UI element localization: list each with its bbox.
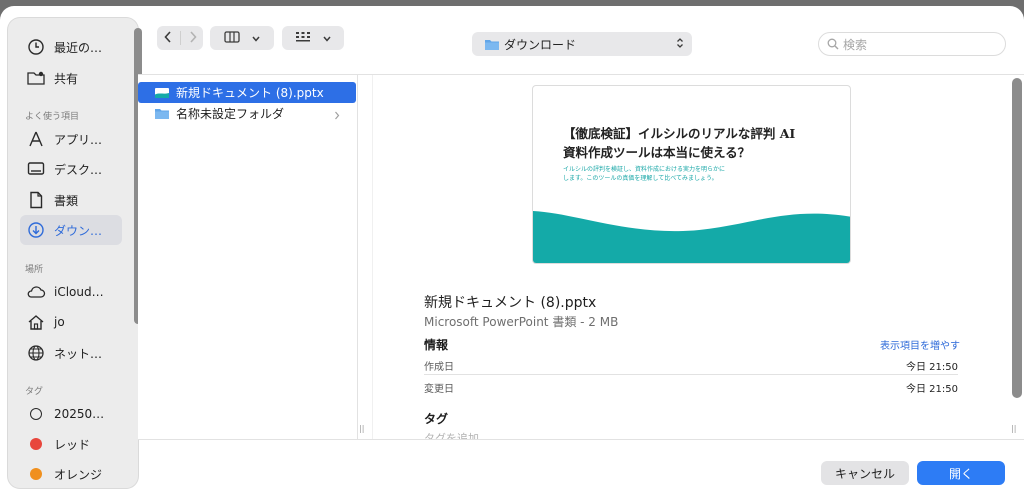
sidebar-item-label: iCloud… (54, 285, 104, 299)
tags-header: タグ (25, 387, 44, 397)
search-field[interactable]: 検索 (818, 32, 1006, 56)
info-header: 情報 (424, 338, 449, 352)
preview-file-name: 新規ドキュメント (8).pptx (424, 295, 597, 311)
sidebar-item-downloads[interactable]: ダウン… (20, 215, 122, 245)
slide-subtitle: イルシルの評判を検証し、資料作成における実力を明らかに します。このツールの真価… (563, 165, 783, 183)
preview-scrollbar[interactable] (1012, 78, 1022, 398)
sidebar-item-label: ダウン… (54, 223, 103, 238)
slide-title-line: 資料作成ツールは本当に使える？ (563, 145, 751, 160)
column-resize-grip[interactable]: || (1011, 424, 1016, 433)
show-more-link[interactable]: 表示項目を増やす (880, 337, 960, 352)
modified-value: 今日 21:50 (906, 384, 958, 395)
sidebar-item-label: 最近の… (54, 40, 103, 55)
modified-label: 変更日 (424, 384, 454, 395)
sidebar-item-shared[interactable]: 共有 (20, 63, 122, 93)
chevron-down-icon (323, 31, 331, 45)
sidebar-item-label: jo (54, 315, 65, 329)
slide-preview: 【徹底検証】イルシルのリアルな評判 AI 資料作成ツールは本当に使える？ イルシ… (532, 85, 851, 264)
orange-tag-icon (26, 464, 46, 484)
locations-header: 場所 (25, 265, 44, 275)
created-label: 作成日 (424, 362, 454, 373)
chevron-down-icon (252, 31, 260, 45)
search-placeholder: 検索 (843, 37, 868, 52)
sidebar-item-desktop[interactable]: デスク… (20, 154, 122, 184)
download-icon (26, 220, 46, 240)
chevron-right-icon (334, 109, 340, 123)
sidebar-item-label: オレンジ (54, 467, 103, 482)
slide-subtitle-line: します。このツールの真価を理解して比べてみましょう。 (563, 175, 718, 182)
globe-icon (26, 343, 46, 363)
column-divider (372, 75, 373, 439)
sidebar-item-documents[interactable]: 書類 (20, 185, 122, 215)
slide-title-line: 【徹底検証】イルシルのリアルな評判 AI (563, 126, 796, 141)
sidebar-item-label: レッド (54, 437, 91, 452)
location-popup[interactable]: ダウンロード (472, 32, 692, 56)
column-resize-grip[interactable]: || (359, 424, 364, 433)
cancel-button[interactable]: キャンセル (821, 461, 909, 485)
sidebar-tag-orange[interactable]: オレンジ (20, 459, 122, 489)
sidebar-item-label: 共有 (54, 71, 79, 86)
sidebar-item-label: 書類 (54, 193, 79, 208)
separator (179, 31, 181, 45)
updown-chevron-icon (676, 37, 684, 52)
slide-wave-graphic (533, 211, 850, 263)
search-icon (827, 38, 839, 50)
location-label: ダウンロード (504, 37, 577, 52)
sidebar-item-label: アプリ… (54, 132, 103, 147)
open-button[interactable]: 開く (917, 461, 1005, 485)
sidebar-item-label: デスク… (54, 162, 103, 177)
clock-icon (26, 37, 46, 57)
document-icon (26, 190, 46, 210)
column-divider[interactable] (357, 75, 358, 439)
created-value: 今日 21:50 (906, 362, 958, 373)
sidebar-tag-item[interactable]: 20250… (20, 399, 122, 429)
folder-icon (484, 38, 500, 51)
columns-view-icon (224, 30, 240, 46)
sidebar-item-label: ネット… (54, 346, 103, 361)
file-row-pptx[interactable]: 新規ドキュメント (8).pptx (138, 82, 356, 103)
footer-divider (138, 439, 1024, 440)
folder-icon (154, 107, 170, 121)
info-divider (424, 374, 958, 375)
sidebar-item-applications[interactable]: アプリ… (20, 124, 122, 154)
tags-header: タグ (424, 412, 449, 426)
applications-icon (26, 129, 46, 149)
sidebar-item-icloud[interactable]: iCloud… (20, 277, 122, 307)
grid-icon (295, 31, 311, 46)
chevron-right-icon[interactable] (189, 30, 197, 46)
slide-title: 【徹底検証】イルシルのリアルな評判 AI 資料作成ツールは本当に使える？ (563, 124, 843, 162)
desktop-icon (26, 159, 46, 179)
file-name: 新規ドキュメント (8).pptx (176, 86, 324, 100)
tag-outline-icon (26, 404, 46, 424)
sidebar-item-label: 20250… (54, 407, 105, 421)
presentation-file-icon (154, 86, 170, 100)
view-mode-button[interactable] (210, 26, 274, 50)
preview-file-type: Microsoft PowerPoint 書類 - 2 MB (424, 315, 619, 329)
sidebar: 最近の… 共有 よく使う項目 アプリ… デスク… 書類 ダウン… 場所 iClo… (8, 18, 142, 489)
shared-folder-icon (26, 68, 46, 88)
red-tag-icon (26, 434, 46, 454)
cloud-icon (26, 282, 46, 302)
sidebar-item-recents[interactable]: 最近の… (20, 32, 122, 62)
file-name: 名称未設定フォルダ (176, 107, 285, 121)
home-icon (26, 312, 46, 332)
group-button[interactable] (282, 26, 344, 50)
favorites-header: よく使う項目 (25, 112, 80, 122)
sidebar-item-network[interactable]: ネット… (20, 338, 122, 368)
file-row-folder[interactable]: 名称未設定フォルダ (138, 103, 356, 124)
open-file-dialog: 最近の… 共有 よく使う項目 アプリ… デスク… 書類 ダウン… 場所 iClo… (0, 6, 1024, 501)
back-forward-buttons[interactable] (157, 26, 203, 50)
file-list-column: 新規ドキュメント (8).pptx 名称未設定フォルダ (138, 75, 358, 439)
slide-subtitle-line: イルシルの評判を検証し、資料作成における実力を明らかに (563, 166, 726, 173)
sidebar-tag-red[interactable]: レッド (20, 429, 122, 459)
add-tag-field[interactable]: タグを追加 (424, 430, 479, 439)
chevron-left-icon[interactable] (163, 30, 172, 46)
sidebar-item-home[interactable]: jo (20, 307, 122, 337)
